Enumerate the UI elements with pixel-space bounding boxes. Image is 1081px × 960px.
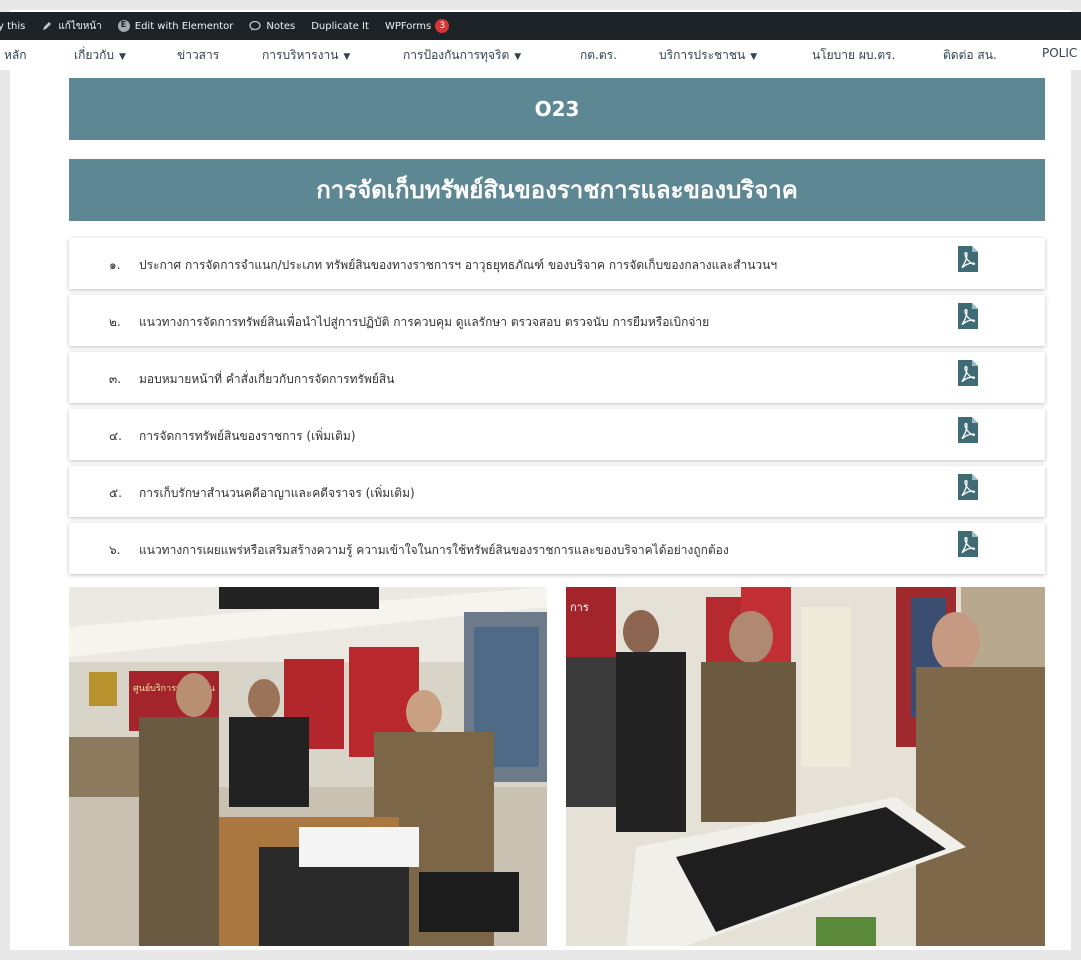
caret-down-icon: ▼: [343, 52, 351, 62]
nav-item-label: เกี่ยวกับ: [74, 48, 115, 62]
list-item: ๖. แนวทางการเผยแพร่หรือเสริมสร้างความรู้…: [69, 523, 1045, 574]
nav-item-label: POLIC: [1042, 46, 1078, 60]
nav-item-label: การป้องกันการทุจริต: [403, 48, 510, 62]
admin-bar-label: Duplicate It: [311, 20, 369, 32]
elementor-icon: [117, 20, 130, 32]
nav-item-policy[interactable]: นโยบาย ผบ.ตร.: [812, 46, 895, 65]
nav-item-label: กต.ตร.: [580, 48, 617, 62]
nav-item-label: นโยบาย ผบ.ตร.: [812, 48, 896, 62]
list-item-title[interactable]: การจัดการทรัพย์สินของราชการ (เพิ่มเติม): [139, 427, 356, 446]
nav-item-label: การบริหารงาน: [262, 48, 339, 62]
list-item: ๑. ประกาศ การจัดการจำแนก/ประเภท ทรัพย์สิ…: [69, 238, 1045, 289]
nav-item-news[interactable]: ข่าวสาร: [177, 46, 219, 65]
photo-inspection-room-2: การ: [566, 587, 1045, 946]
pdf-icon[interactable]: [958, 417, 978, 443]
sign-text: การ: [570, 601, 589, 614]
admin-bar-notes[interactable]: Notes: [249, 20, 295, 32]
list-item: ๒. แนวทางการจัดการทรัพย์สินเพื่อนำไปสู่ก…: [69, 295, 1045, 346]
nav-item-public-service[interactable]: บริการประชาชน ▼: [659, 46, 757, 65]
page-title: การจัดเก็บทรัพย์สินของราชการและของบริจาค: [316, 176, 798, 204]
list-item-title[interactable]: การเก็บรักษาสำนวนคดีอาญาและคดีจราจร (เพิ…: [139, 484, 415, 503]
list-item: ๔. การจัดการทรัพย์สินของราชการ (เพิ่มเติ…: [69, 409, 1045, 460]
admin-bar-label: WPForms: [384, 20, 432, 32]
section-code-title: O23: [534, 97, 580, 121]
pdf-icon[interactable]: [958, 360, 978, 386]
section-code-banner: O23: [69, 78, 1045, 140]
pdf-icon[interactable]: [958, 246, 978, 272]
nav-item-label: บริการประชาชน: [659, 48, 746, 62]
page-title-banner: การจัดเก็บทรัพย์สินของราชการและของบริจาค: [69, 159, 1045, 221]
admin-bar-wpforms[interactable]: WPForms 3: [384, 19, 450, 33]
list-item: ๓. มอบหมายหน้าที่ คำสั่งเกี่ยวกับการจัดก…: [69, 352, 1045, 403]
list-item-title[interactable]: ประกาศ การจัดการจำแนก/ประเภท ทรัพย์สินขอ…: [139, 256, 777, 275]
admin-bar-copy-this[interactable]: y this: [0, 21, 25, 32]
comment-icon: [249, 20, 261, 31]
document-list: ๑. ประกาศ การจัดการจำแนก/ประเภท ทรัพย์สิ…: [69, 238, 1045, 580]
notification-badge: 3: [435, 19, 450, 33]
list-item-number: ๕.: [109, 486, 122, 500]
list-item-number: ๔.: [109, 429, 122, 443]
list-item-title[interactable]: แนวทางการจัดการทรัพย์สินเพื่อนำไปสู่การป…: [139, 313, 709, 332]
list-item-number: ๑.: [109, 258, 121, 272]
admin-bar-duplicate[interactable]: Duplicate It: [311, 21, 369, 32]
nav-item-label: ติดต่อ สน.: [943, 48, 997, 62]
photo-image: ศูนย์บริการประชาชน: [69, 587, 547, 946]
nav-item-police[interactable]: POLIC: [1042, 46, 1077, 60]
nav-item-label: ข่าวสาร: [177, 48, 220, 62]
photo-inspection-room-1: ศูนย์บริการประชาชน: [69, 587, 547, 946]
nav-item-anti-corruption[interactable]: การป้องกันการทุจริต ▼: [403, 46, 521, 65]
caret-down-icon: ▼: [119, 52, 126, 62]
list-item-number: ๒.: [109, 315, 121, 329]
admin-bar-label: y this: [0, 20, 26, 32]
admin-bar-edit-page[interactable]: แก้ไขหน้า: [41, 19, 102, 34]
nav-item-administration[interactable]: การบริหารงาน ▼: [262, 46, 350, 65]
admin-bar-label: Notes: [266, 20, 296, 32]
pdf-icon[interactable]: [958, 531, 978, 557]
list-item-number: ๓.: [109, 372, 122, 386]
admin-bar-elementor[interactable]: Edit with Elementor: [117, 20, 234, 32]
list-item-number: ๖.: [109, 543, 121, 557]
nav-item-about[interactable]: เกี่ยวกับ ▼: [74, 46, 126, 65]
list-item-title[interactable]: แนวทางการเผยแพร่หรือเสริมสร้างความรู้ คว…: [139, 541, 729, 560]
admin-bar-label: Edit with Elementor: [134, 20, 234, 32]
pdf-icon[interactable]: [958, 303, 978, 329]
nav-item-committee[interactable]: กต.ตร.: [580, 46, 617, 65]
nav-item-contact[interactable]: ติดต่อ สน.: [943, 46, 997, 65]
nav-item-label: หลัก: [4, 48, 27, 62]
list-item-title[interactable]: มอบหมายหน้าที่ คำสั่งเกี่ยวกับการจัดการท…: [139, 370, 394, 389]
admin-bar-label: แก้ไขหน้า: [58, 20, 102, 32]
pdf-icon[interactable]: [958, 474, 978, 500]
main-nav: หลัก เกี่ยวกับ ▼ ข่าวสาร การบริหารงาน ▼ กา…: [0, 40, 1081, 70]
pencil-icon: [43, 22, 52, 30]
nav-item-home[interactable]: หลัก: [4, 46, 27, 65]
list-item: ๕. การเก็บรักษาสำนวนคดีอาญาและคดีจราจร (…: [69, 466, 1045, 517]
caret-down-icon: ▼: [514, 52, 522, 62]
caret-down-icon: ▼: [750, 52, 758, 62]
photo-image: การ: [566, 587, 1045, 946]
admin-bar: y this แก้ไขหน้า Edit with Elementor Not…: [0, 12, 1081, 40]
browser-viewport: y this แก้ไขหน้า Edit with Elementor Not…: [0, 0, 1081, 960]
